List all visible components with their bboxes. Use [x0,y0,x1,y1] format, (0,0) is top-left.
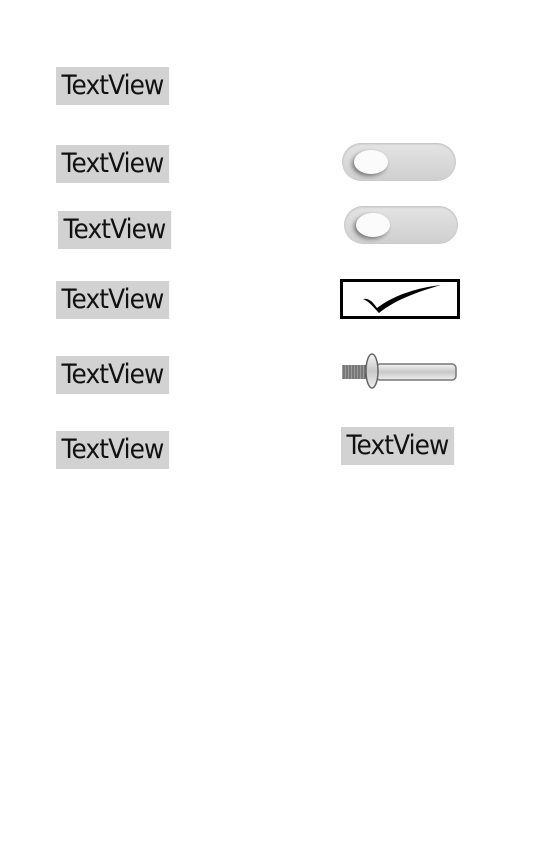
textview-2: TextView [56,145,169,183]
textview-6: TextView [56,431,169,469]
textview-4: TextView [56,281,169,319]
toggle-switch-1[interactable] [342,143,456,181]
checkmark-icon [363,285,441,313]
switch-knob [356,213,390,237]
seek-slider[interactable] [340,353,460,389]
textview-3: TextView [58,211,171,249]
textview-5: TextView [56,356,169,394]
textview-1: TextView [56,67,169,105]
textview-right: TextView [341,427,454,465]
checkbox[interactable] [340,279,460,319]
toggle-switch-2[interactable] [344,206,458,244]
switch-knob [354,150,388,174]
slider-thumb [365,353,379,389]
slider-track [342,353,457,389]
